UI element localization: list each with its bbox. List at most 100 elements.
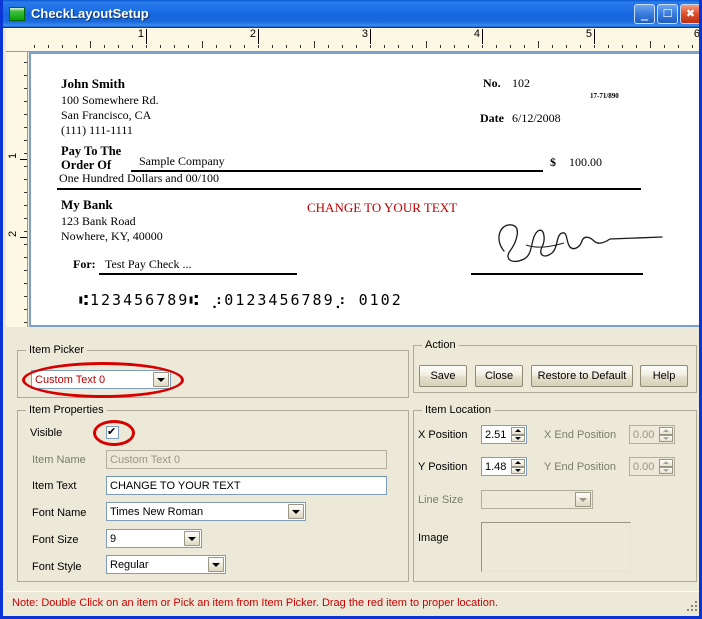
font-size-value: 9 <box>110 533 116 545</box>
x-position-value: 2.51 <box>485 429 506 441</box>
x-position-label: X Position <box>418 429 468 441</box>
font-name-value: Times New Roman <box>110 506 203 518</box>
resize-grip[interactable] <box>686 598 700 612</box>
window-title: CheckLayoutSetup <box>31 6 634 21</box>
chevron-down-icon[interactable] <box>184 531 200 546</box>
y-position-spinner[interactable]: 1.48 <box>481 457 527 476</box>
maximize-icon: ☐ <box>658 5 677 23</box>
y-position-value: 1.48 <box>485 461 506 473</box>
item-picker-title: Item Picker <box>26 344 87 356</box>
app-icon <box>9 7 25 21</box>
check-date-label: Date <box>480 111 504 126</box>
font-style-value: Regular <box>110 559 149 571</box>
minimize-button[interactable]: _ <box>634 4 655 24</box>
item-picker-selected-value: Custom Text 0 <box>35 374 105 386</box>
close-button[interactable]: ✖ <box>680 4 701 24</box>
y-end-position-label: Y End Position <box>544 461 616 473</box>
check-payer-phone[interactable]: (111) 111-1111 <box>61 123 133 138</box>
signature-rule <box>471 273 643 275</box>
hruler-tick-2: 2 <box>250 28 258 40</box>
close-action-button[interactable]: Close <box>475 365 523 387</box>
y-position-label: Y Position <box>418 461 467 473</box>
title-bar: CheckLayoutSetup _ ☐ ✖ <box>3 0 702 28</box>
check-custom-text[interactable]: CHANGE TO YOUR TEXT <box>307 200 457 216</box>
item-location-title: Item Location <box>422 404 494 416</box>
check-layout-setup-window: CheckLayoutSetup _ ☐ ✖ 1 2 3 4 5 6 1 2 J… <box>0 0 702 619</box>
item-text-label: Item Text <box>32 480 76 492</box>
hruler-tick-3: 3 <box>362 28 370 40</box>
vertical-ruler: 1 2 <box>6 52 28 327</box>
memo-rule <box>99 273 297 275</box>
check-payer-address2[interactable]: San Francisco, CA <box>61 108 151 123</box>
y-end-position-spinner: 0.00 <box>629 457 675 476</box>
font-size-combo[interactable]: 9 <box>106 529 202 548</box>
check-micr-line[interactable]: ⑆123456789⑆ ⡰0123456789⡰ 0102 <box>79 291 403 309</box>
check-memo-value[interactable]: Test Pay Check ... <box>105 257 191 272</box>
check-memo-label: For: <box>73 257 96 272</box>
chevron-down-icon[interactable] <box>153 372 169 387</box>
vruler-tick-2: 2 <box>7 231 19 237</box>
hruler-tick-5: 5 <box>586 28 594 40</box>
check-no-label: No. <box>483 76 501 91</box>
window-controls: _ ☐ ✖ <box>634 4 701 24</box>
maximize-button[interactable]: ☐ <box>657 4 678 24</box>
image-label: Image <box>418 532 449 544</box>
font-style-label: Font Style <box>32 561 82 573</box>
x-end-position-value: 0.00 <box>633 429 654 441</box>
item-name-label: Item Name <box>32 454 86 466</box>
check-routing-fraction[interactable]: 17-71/890 <box>590 92 619 100</box>
check-dollar-sign: $ <box>550 155 556 170</box>
x-position-spinner[interactable]: 2.51 <box>481 425 527 444</box>
font-name-label: Font Name <box>32 507 86 519</box>
item-properties-title: Item Properties <box>26 404 107 416</box>
help-button[interactable]: Help <box>640 365 688 387</box>
vruler-tick-1: 1 <box>7 153 19 159</box>
check-amount[interactable]: 100.00 <box>569 155 602 170</box>
item-name-input: Custom Text 0 <box>106 450 387 469</box>
font-style-combo[interactable]: Regular <box>106 555 226 574</box>
check-preview-canvas[interactable]: John Smith 100 Somewhere Rd. San Francis… <box>29 52 701 327</box>
y-position-stepper[interactable] <box>511 459 525 474</box>
y-end-position-stepper <box>659 459 673 474</box>
y-end-position-value: 0.00 <box>633 461 654 473</box>
check-image: John Smith 100 Somewhere Rd. San Francis… <box>31 54 699 325</box>
hruler-tick-4: 4 <box>474 28 482 40</box>
close-icon: ✖ <box>681 5 700 23</box>
check-bank-name[interactable]: My Bank <box>61 197 113 213</box>
item-picker-combo[interactable]: Custom Text 0 <box>31 370 171 389</box>
check-no-value[interactable]: 102 <box>512 76 530 91</box>
amount-words-rule <box>57 188 641 190</box>
check-bank-address1[interactable]: 123 Bank Road <box>61 214 136 229</box>
save-button[interactable]: Save <box>419 365 467 387</box>
line-size-label: Line Size <box>418 494 463 506</box>
status-bar: Note: Double Click on an item or Pick an… <box>6 591 702 613</box>
check-amount-words[interactable]: One Hundred Dollars and 00/100 <box>59 171 219 186</box>
action-title: Action <box>422 339 459 351</box>
check-signature[interactable] <box>486 209 676 269</box>
x-end-position-label: X End Position <box>544 429 616 441</box>
check-payer-name[interactable]: John Smith <box>61 76 125 92</box>
item-text-input[interactable]: CHANGE TO YOUR TEXT <box>106 476 387 495</box>
visible-checkbox[interactable] <box>106 426 119 439</box>
check-bank-address2[interactable]: Nowhere, KY, 40000 <box>61 229 163 244</box>
check-payer-address1[interactable]: 100 Somewhere Rd. <box>61 93 159 108</box>
chevron-down-icon[interactable] <box>208 557 224 572</box>
font-name-combo[interactable]: Times New Roman <box>106 502 306 521</box>
visible-label: Visible <box>30 427 62 439</box>
hruler-tick-1: 1 <box>138 28 146 40</box>
restore-to-default-button[interactable]: Restore to Default <box>531 365 633 387</box>
font-size-label: Font Size <box>32 534 78 546</box>
chevron-down-icon[interactable] <box>288 504 304 519</box>
x-position-stepper[interactable] <box>511 427 525 442</box>
image-preview-box[interactable] <box>481 522 631 572</box>
check-pay-to-line1: Pay To The <box>61 144 121 159</box>
check-date-value[interactable]: 6/12/2008 <box>512 111 561 126</box>
minimize-icon: _ <box>635 5 654 23</box>
check-payee[interactable]: Sample Company <box>139 154 225 169</box>
x-end-position-spinner: 0.00 <box>629 425 675 444</box>
horizontal-ruler: 1 2 3 4 5 6 <box>6 28 702 52</box>
line-size-combo <box>481 490 593 509</box>
status-note: Note: Double Click on an item or Pick an… <box>6 597 498 609</box>
chevron-down-icon <box>575 492 591 507</box>
hruler-tick-6: 6 <box>694 28 702 40</box>
